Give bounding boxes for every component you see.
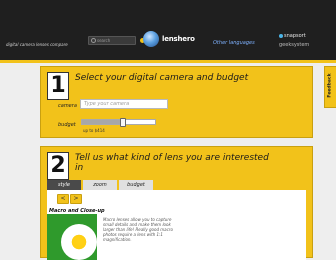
search-input[interactable]: search <box>88 36 136 45</box>
step-1-title: Select your digital camera and budget <box>75 73 249 83</box>
step-2-number: 2 <box>47 152 69 180</box>
tab-style[interactable]: style <box>47 180 81 190</box>
budget-slider[interactable] <box>81 118 156 127</box>
search-icon <box>91 38 96 43</box>
camera-input[interactable]: Type your camera <box>80 99 168 109</box>
globe-logo-icon[interactable] <box>143 31 159 47</box>
top-bar: digital camera lenses compare search len… <box>0 0 336 63</box>
feedback-label: Feedback <box>327 73 333 98</box>
snapsort-icon <box>279 34 283 38</box>
geeksystem-link[interactable]: geeksystem <box>279 42 309 48</box>
snapsort-label: snapsort <box>284 33 306 39</box>
budget-value: up to $414 <box>83 128 105 133</box>
next-style-button[interactable]: > <box>70 194 82 204</box>
tab-zoom[interactable]: zoom <box>83 180 117 190</box>
brand-logo-text[interactable]: lenshero <box>162 35 195 43</box>
prev-style-button[interactable]: < <box>57 194 69 204</box>
camera-label: camera <box>58 103 77 109</box>
daisy-flower-icon <box>61 224 97 260</box>
budget-slider-fill <box>82 120 123 124</box>
step-2-title: Tell us what kind of lens you are intere… <box>75 153 269 173</box>
macro-flower-image[interactable] <box>47 214 97 260</box>
style-description: Macro lenses allow you to capture small … <box>103 217 173 242</box>
search-placeholder: search <box>97 38 111 43</box>
style-content: < > Macro and Close-up Macro lenses allo… <box>47 190 306 260</box>
feedback-tab[interactable]: Feedback <box>324 66 336 108</box>
tab-budget[interactable]: budget <box>119 180 153 190</box>
step-1-number: 1 <box>47 72 69 100</box>
budget-label: budget <box>58 122 76 128</box>
snapsort-link[interactable]: snapsort <box>279 33 306 39</box>
step-2-panel: 2 Tell us what kind of lens you are inte… <box>40 146 313 260</box>
step-1-panel: 1 Select your digital camera and budget … <box>40 66 313 138</box>
other-languages-link[interactable]: Other languages <box>213 40 255 46</box>
budget-slider-handle[interactable] <box>120 118 127 127</box>
site-tagline: digital camera lenses compare <box>6 42 68 47</box>
